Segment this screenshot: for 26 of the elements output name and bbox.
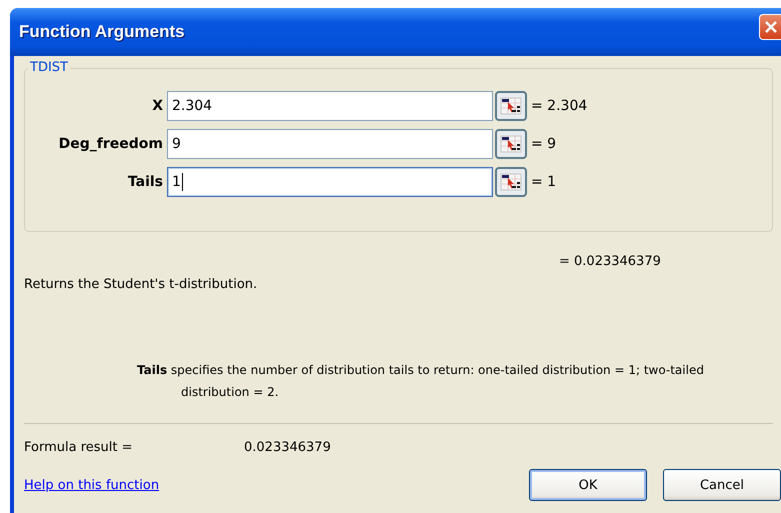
dialog-button[interactable]: OK	[529, 469, 647, 501]
argument-field[interactable]: 1	[167, 167, 493, 197]
argument-field[interactable]: 9	[167, 129, 493, 159]
window-title: Function Arguments	[19, 22, 185, 42]
range-select-icon	[500, 97, 522, 115]
argument-label: Deg_freedom	[58, 136, 164, 152]
range-select-icon	[500, 135, 522, 153]
result-text: = 0.023346379	[559, 254, 661, 269]
argument-label: X	[151, 98, 164, 114]
argument-result: = 9	[530, 136, 558, 152]
close-button[interactable]	[759, 14, 781, 40]
collapse-dialog-button[interactable]	[495, 129, 527, 159]
argument-result: = 1	[530, 174, 558, 190]
function-description: Returns the Student's t-distribution.	[24, 277, 258, 292]
collapse-dialog-button[interactable]	[495, 167, 527, 197]
help-link[interactable]: Help on this function	[24, 478, 160, 492]
argument-field[interactable]: 2.304	[167, 91, 493, 121]
formula-result-label: Formula result =	[24, 440, 134, 455]
argument-description: Tails specifies the number of distribution tails to return: one-tailed distribution = 1; two-tailed distribution = 2.	[137, 362, 705, 401]
formula-result-value: 0.023346379	[244, 440, 331, 455]
argument-result: = 2.304	[530, 98, 588, 114]
argument-label: Tails	[126, 174, 164, 190]
dialog-button[interactable]: Cancel	[663, 469, 781, 501]
range-select-icon	[500, 173, 522, 191]
collapse-dialog-button[interactable]	[495, 91, 527, 121]
close-icon	[764, 20, 778, 34]
